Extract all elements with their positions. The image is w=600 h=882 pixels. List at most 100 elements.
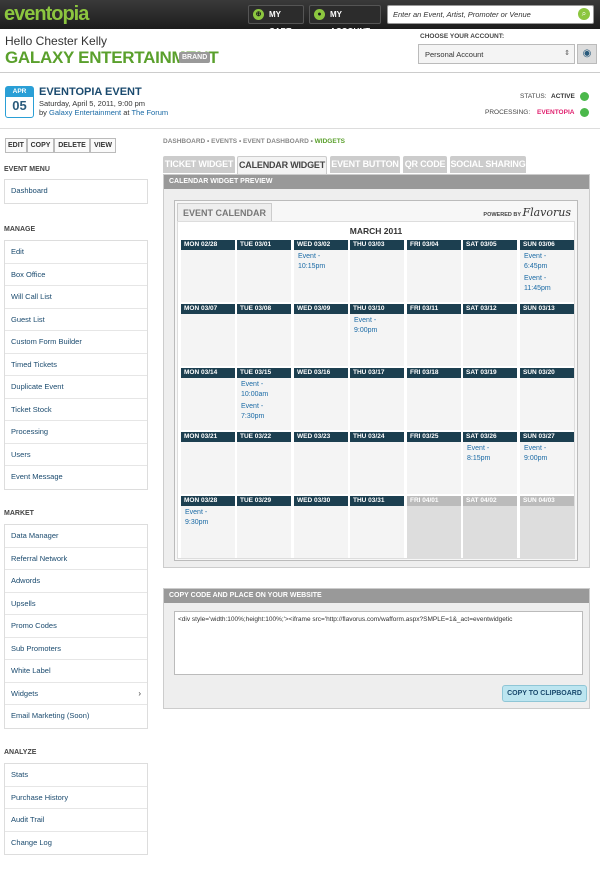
sidebar-item-custom-form-builder[interactable]: Custom Form Builder (5, 331, 147, 354)
site-logo[interactable]: eventopia (4, 3, 89, 26)
sidebar-item-audit-trail[interactable]: Audit Trail (5, 809, 147, 832)
view-button[interactable]: VIEW (90, 138, 116, 153)
calendar-day-header: MON 03/21 (181, 432, 235, 442)
calendar-day-header: WED 03/23 (294, 432, 348, 442)
delete-button[interactable]: DELETE (54, 138, 90, 153)
tab-qr-code[interactable]: QR CODE (403, 156, 447, 173)
calendar-day-header: SUN 03/27 (520, 432, 574, 442)
calendar-event-link[interactable]: Event -6:45pm (524, 252, 547, 272)
calendar-event-link[interactable]: Event -9:00pm (354, 316, 377, 336)
sidebar-item-event-message[interactable]: Event Message (5, 466, 147, 489)
status-label: STATUS: (520, 93, 547, 100)
calendar-day-header: SAT 04/02 (463, 496, 517, 506)
calendar-event-link[interactable]: Event -11:45pm (524, 274, 551, 294)
calendar-day-cell (463, 378, 517, 430)
tab-calendar-widget[interactable]: CALENDAR WIDGET (237, 156, 327, 174)
sidebar-item-referral-network[interactable]: Referral Network (5, 548, 147, 570)
account-select[interactable]: Personal Account ⇕ (418, 44, 575, 64)
sidebar-item-users[interactable]: Users (5, 444, 147, 466)
embed-code-textarea[interactable]: <div style='width:100%;height:100%;'><if… (174, 611, 583, 675)
calendar-event-link[interactable]: Event -10:15pm (298, 252, 325, 272)
calendar-day-cell (294, 314, 348, 366)
sidebar-item-purchase-history[interactable]: Purchase History (5, 787, 147, 809)
calendar-day-cell (520, 314, 574, 366)
calendar-day-cell (407, 250, 461, 302)
sidebar-item-label: Stats (11, 770, 29, 779)
copy-button[interactable]: COPY (27, 138, 54, 153)
powered-by: POWERED BY Flavorus (483, 206, 571, 219)
preview-heading: CALENDAR WIDGET PREVIEW (164, 175, 589, 189)
calendar-day-cell (237, 250, 291, 302)
tab-ticket-widget[interactable]: TICKET WIDGET (163, 156, 235, 173)
search-icon[interactable]: ⌕ (578, 8, 590, 20)
sidebar-item-label: Promo Codes (11, 621, 57, 630)
event-date-badge: APR 05 (5, 86, 34, 118)
calendar-day-cell (350, 250, 404, 302)
calendar-event-link[interactable]: Event -9:00pm (524, 444, 547, 464)
calendar-day-cell (407, 442, 461, 494)
calendar-grid: MARCH 2011 MON 02/28 TUE 03/01 WED 03/02 Ev… (177, 221, 575, 559)
copy-to-clipboard-button[interactable]: COPY TO CLIPBOARD (502, 685, 587, 702)
edit-button[interactable]: EDIT (5, 138, 27, 153)
calendar-day-header: FRI 03/04 (407, 240, 461, 250)
calendar-day-cell (237, 506, 291, 558)
tab-event-button[interactable]: EVENT BUTTON (330, 156, 400, 173)
sidebar-item-adwords[interactable]: Adwords (5, 570, 147, 593)
calendar-day-cell (294, 506, 348, 558)
promoter-link[interactable]: Galaxy Entertainment (49, 108, 121, 117)
calendar-day-header: THU 03/10 (350, 304, 404, 314)
calendar-day-cell (237, 442, 291, 494)
sidebar-item-widgets[interactable]: Widgets › (5, 683, 147, 705)
sidebar-item-label: Will Call List (11, 292, 52, 301)
sidebar-item-processing[interactable]: Processing (5, 421, 147, 444)
event-datetime: Saturday, April 5, 2011, 9:00 pm (39, 99, 146, 108)
sidebar-item-promo-codes[interactable]: Promo Codes (5, 615, 147, 638)
search-input[interactable]: Enter an Event, Artist, Promoter or Venu… (387, 5, 594, 24)
sidebar-item-guest-list[interactable]: Guest List (5, 309, 147, 331)
calendar-event-link[interactable]: Event -10:00am (241, 380, 268, 400)
breadcrumb-item-event-dashboard[interactable]: EVENT DASHBOARD (243, 138, 309, 145)
sidebar-item-box-office[interactable]: Box Office (5, 264, 147, 286)
sidebar-item-label: Guest List (11, 314, 45, 324)
sidebar-item-sub-promoters[interactable]: Sub Promoters (5, 638, 147, 660)
sidebar-item-will-call-list[interactable]: Will Call List (5, 286, 147, 309)
sidebar-item-email-marketing-soon[interactable]: Email Marketing (Soon) (5, 705, 147, 728)
venue-link[interactable]: The Forum (131, 108, 168, 117)
event-day: 05 (12, 98, 27, 113)
account-go-icon[interactable]: ◉ (577, 44, 597, 64)
calendar-event-link[interactable]: Event -8:15pm (467, 444, 490, 464)
sidebar-item-data-manager[interactable]: Data Manager (5, 525, 147, 548)
market-heading: MARKET (4, 510, 34, 517)
sidebar-item-label: Duplicate Event (11, 382, 64, 391)
sidebar-item-label: Sub Promoters (11, 643, 62, 653)
calendar-day-header: SUN 03/13 (520, 304, 574, 314)
my-cart-button[interactable]: ⊕ MY CART (248, 5, 304, 36)
analyze-heading: ANALYZE (4, 749, 37, 756)
calendar-day-header: WED 03/09 (294, 304, 348, 314)
sidebar-item-change-log[interactable]: Change Log (5, 832, 147, 855)
breadcrumb: DASHBOARD • EVENTS • EVENT DASHBOARD • W… (163, 138, 345, 145)
sidebar-item-label: Custom Form Builder (11, 337, 82, 346)
my-account-button[interactable]: ● MY ACCOUNT (309, 5, 381, 36)
sidebar-item-timed-tickets[interactable]: Timed Tickets (5, 354, 147, 376)
brand-badge: BRAND (179, 52, 211, 63)
sidebar-item-upsells[interactable]: Upsells (5, 593, 147, 615)
event-title: EVENTOPIA EVENT (39, 86, 142, 98)
sidebar-item-ticket-stock[interactable]: Ticket Stock (5, 399, 147, 421)
tab-social-sharing[interactable]: SOCIAL SHARING (450, 156, 526, 173)
calendar-event-link[interactable]: Event -7:30pm (241, 402, 264, 422)
sidebar-item-stats[interactable]: Stats (5, 764, 147, 787)
sidebar-item-edit[interactable]: Edit (5, 241, 147, 264)
processing-label: PROCESSING: (485, 109, 531, 116)
breadcrumb-item-dashboard[interactable]: DASHBOARD (163, 138, 205, 145)
sidebar-item-duplicate-event[interactable]: Duplicate Event (5, 376, 147, 399)
sidebar-item-dashboard[interactable]: Dashboard (5, 180, 147, 203)
breadcrumb-item-events[interactable]: EVENTS (211, 138, 237, 145)
sidebar-item-label: Purchase History (11, 792, 69, 802)
sidebar-item-label: Referral Network (11, 553, 68, 563)
sidebar-item-white-label[interactable]: White Label (5, 660, 147, 683)
calendar-day-header: SAT 03/05 (463, 240, 517, 250)
calendar-event-link[interactable]: Event -9:30pm (185, 508, 208, 528)
calendar-day-header: MON 03/14 (181, 368, 235, 378)
calendar-day-cell (463, 314, 517, 366)
